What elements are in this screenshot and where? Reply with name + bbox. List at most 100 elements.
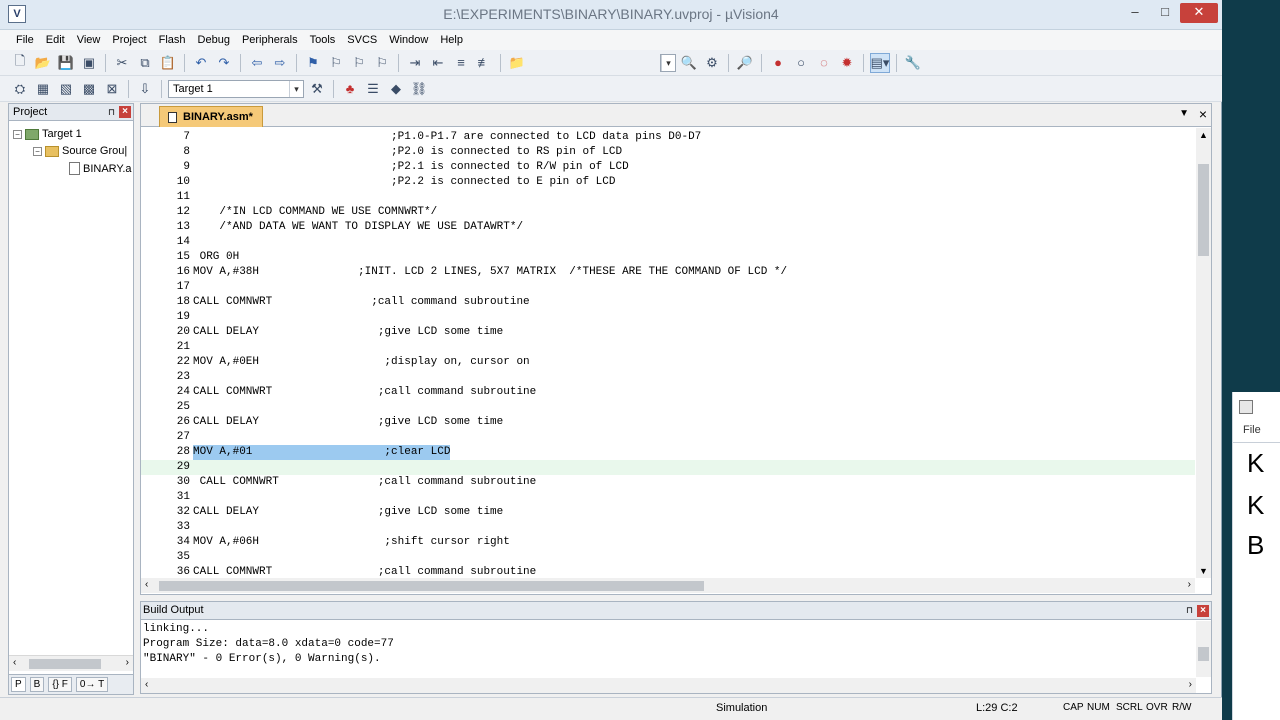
code-line[interactable]: 12 /*IN LCD COMMAND WE USE COMNWRT*/ <box>141 205 1195 220</box>
code-line[interactable]: 28 MOV A,#01 ;clear LCD <box>141 445 1195 460</box>
code-line[interactable]: 7 ;P1.0-P1.7 are connected to LCD data p… <box>141 130 1195 145</box>
close-icon[interactable]: × <box>1197 605 1209 617</box>
cut-icon[interactable]: ✂ <box>112 53 132 73</box>
code-line[interactable]: 11 <box>141 190 1195 205</box>
paste-icon[interactable]: 📋 <box>158 53 178 73</box>
menu-peripherals[interactable]: Peripherals <box>236 34 304 46</box>
uncomment-icon[interactable]: ≢ <box>474 53 494 73</box>
menu-debug[interactable]: Debug <box>192 34 236 46</box>
menu-svcs[interactable]: SVCS <box>341 34 383 46</box>
collapse-icon[interactable]: − <box>33 146 42 156</box>
prev-bookmark-icon[interactable]: ⚐ <box>326 53 346 73</box>
code-line[interactable]: 34 MOV A,#06H ;shift cursor right <box>141 535 1195 550</box>
code-line[interactable]: 16 MOV A,#38H ;INIT. LCD 2 LINES, 5X7 MAT… <box>141 265 1195 280</box>
clear-bookmarks-icon[interactable]: ⚐ <box>372 53 392 73</box>
code-line[interactable]: 36 CALL COMNWRT ;call command subroutine <box>141 565 1195 578</box>
find-icon[interactable]: 🔍 <box>679 53 699 73</box>
build-output-text[interactable]: linking... Program Size: data=8.0 xdata=0… <box>143 622 394 667</box>
code-line[interactable]: 9 ;P2.1 is connected to R/W pin of LCD <box>141 160 1195 175</box>
redo-icon[interactable]: ↷ <box>214 53 234 73</box>
code-area[interactable]: 7 ;P1.0-P1.7 are connected to LCD data p… <box>141 128 1195 578</box>
code-line[interactable]: 14 <box>141 235 1195 250</box>
scroll-up-icon[interactable]: ▲ <box>1196 130 1211 140</box>
code-line[interactable]: 10 ;P2.2 is connected to E pin of LCD <box>141 175 1195 190</box>
scroll-left-icon[interactable]: ‹ <box>145 679 148 690</box>
menu-help[interactable]: Help <box>434 34 469 46</box>
tab-list-icon[interactable]: ▼ <box>1179 108 1189 119</box>
batch-build-icon[interactable]: ▩ <box>79 79 99 99</box>
scroll-right-icon[interactable]: › <box>126 657 129 668</box>
collapse-icon[interactable]: − <box>13 129 22 139</box>
select-packs-icon[interactable]: ◆ <box>386 79 406 99</box>
undo-icon[interactable]: ↶ <box>191 53 211 73</box>
indent-icon[interactable]: ⇥ <box>405 53 425 73</box>
open-folder-icon[interactable]: 📂 <box>33 53 53 73</box>
bg-menu-file[interactable]: File <box>1243 424 1261 436</box>
rebuild-icon[interactable]: ▧ <box>56 79 76 99</box>
tree-item-source-group[interactable]: − Source Grou| <box>33 145 127 157</box>
code-line[interactable]: 22 MOV A,#0EH ;display on, cursor on <box>141 355 1195 370</box>
code-line[interactable]: 31 <box>141 490 1195 505</box>
tab-books[interactable]: B <box>29 677 45 692</box>
target-options-icon[interactable]: ⚒ <box>307 79 327 99</box>
find-combo[interactable]: ▾ <box>660 53 676 72</box>
incremental-find-icon[interactable]: ⚙ <box>702 53 722 73</box>
code-line[interactable]: 25 <box>141 400 1195 415</box>
comment-icon[interactable]: ≡ <box>451 53 471 73</box>
close-icon[interactable]: × <box>119 106 131 118</box>
menu-view[interactable]: View <box>71 34 107 46</box>
scroll-thumb[interactable] <box>1198 164 1209 256</box>
translate-icon[interactable]: ⛭ <box>10 79 30 99</box>
build-vscrollbar[interactable] <box>1196 621 1211 677</box>
menu-window[interactable]: Window <box>383 34 434 46</box>
code-line[interactable]: 8 ;P2.0 is connected to RS pin of LCD <box>141 145 1195 160</box>
code-line[interactable]: 19 <box>141 310 1195 325</box>
code-line[interactable]: 32 CALL DELAY ;give LCD some time <box>141 505 1195 520</box>
nav-back-icon[interactable]: ⇦ <box>247 53 267 73</box>
save-icon[interactable]: 💾 <box>56 53 76 73</box>
pin-icon[interactable]: ⊓ <box>1186 602 1193 619</box>
window-layout-icon[interactable]: ▤▾ <box>870 52 890 73</box>
next-bookmark-icon[interactable]: ⚐ <box>349 53 369 73</box>
copy-icon[interactable]: ⧉ <box>135 53 155 73</box>
tree-item-file[interactable]: BINARY.a <box>69 162 132 175</box>
nav-forward-icon[interactable]: ⇨ <box>270 53 290 73</box>
code-line[interactable]: 17 <box>141 280 1195 295</box>
editor-hscrollbar[interactable]: ‹ › <box>141 578 1195 593</box>
target-select[interactable]: Target 1 ▾ <box>168 79 304 98</box>
menu-file[interactable]: File <box>10 34 40 46</box>
editor-vscrollbar[interactable]: ▲ ▼ <box>1196 128 1211 578</box>
code-line[interactable]: 21 <box>141 340 1195 355</box>
code-line[interactable]: 35 <box>141 550 1195 565</box>
save-all-icon[interactable]: ▣ <box>79 53 99 73</box>
tab-project[interactable]: P <box>11 677 26 692</box>
code-line[interactable]: 29 <box>141 460 1195 475</box>
code-line[interactable]: 23 <box>141 370 1195 385</box>
file-extensions-icon[interactable]: ♣ <box>340 79 360 99</box>
close-button[interactable]: ✕ <box>1180 3 1218 23</box>
insert-breakpoint-icon[interactable]: ● <box>768 53 788 73</box>
enable-breakpoint-icon[interactable]: ○ <box>791 53 811 73</box>
tab-functions[interactable]: {} F <box>48 677 72 692</box>
menu-project[interactable]: Project <box>106 34 152 46</box>
code-line[interactable]: 15 ORG 0H <box>141 250 1195 265</box>
menu-tools[interactable]: Tools <box>304 34 342 46</box>
code-line[interactable]: 13 /*AND DATA WE WANT TO DISPLAY WE USE … <box>141 220 1195 235</box>
maximize-button[interactable]: □ <box>1150 3 1180 23</box>
menu-edit[interactable]: Edit <box>40 34 71 46</box>
debug-session-icon[interactable]: 🔎 <box>735 53 755 73</box>
disable-breakpoints-icon[interactable]: ◌ <box>814 53 834 73</box>
scroll-left-icon[interactable]: ‹ <box>13 657 16 668</box>
project-hscrollbar[interactable]: ‹ › <box>9 655 133 671</box>
code-line[interactable]: 20 CALL DELAY ;give LCD some time <box>141 325 1195 340</box>
kill-breakpoints-icon[interactable]: ✹ <box>837 53 857 73</box>
code-line[interactable]: 18 CALL COMNWRT ;call command subroutine <box>141 295 1195 310</box>
pin-icon[interactable]: ⊓ <box>108 104 115 120</box>
build-icon[interactable]: ▦ <box>33 79 53 99</box>
code-line[interactable]: 30 CALL COMNWRT ;call command subroutine <box>141 475 1195 490</box>
find-in-files-icon[interactable]: 📁 <box>507 53 527 73</box>
download-icon[interactable]: ⇩ <box>135 79 155 99</box>
tab-templates[interactable]: 0→ T <box>75 677 109 692</box>
menu-flash[interactable]: Flash <box>153 34 192 46</box>
bookmark-icon[interactable]: ⚑ <box>303 53 323 73</box>
